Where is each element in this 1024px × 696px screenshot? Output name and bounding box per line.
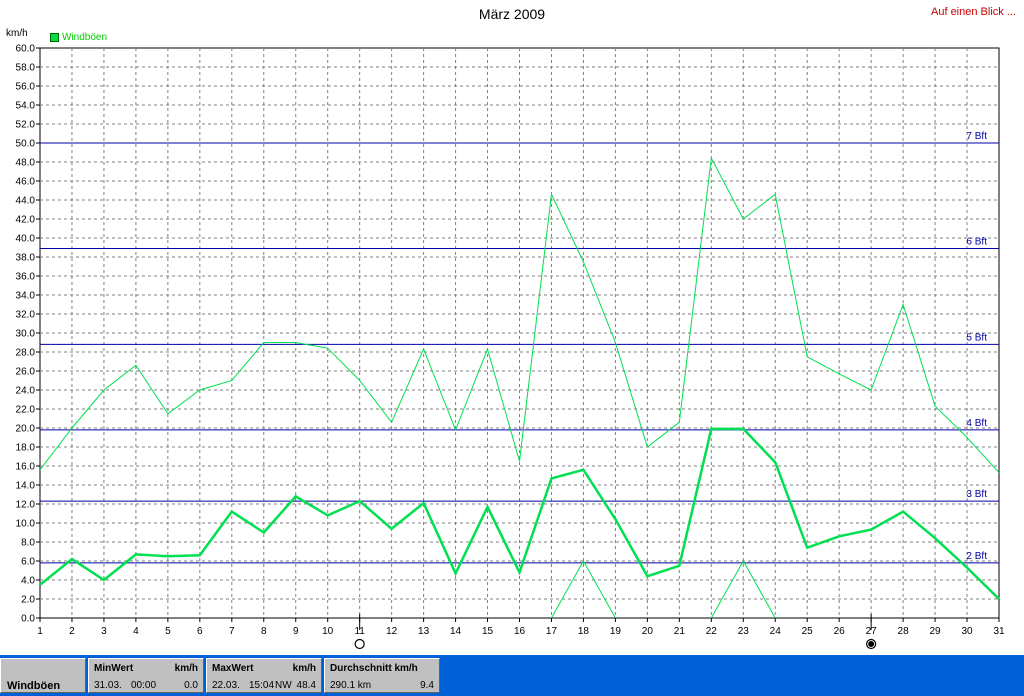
legend: Windböen: [50, 32, 107, 43]
stats-footer: Windböen MinWert km/h 31.03. 00:00 0.0 M…: [0, 655, 1024, 696]
avg-value: 9.4: [420, 680, 434, 691]
y-tick-label: 8.0: [21, 538, 35, 549]
y-tick-label: 12.0: [16, 500, 36, 511]
overview-link[interactable]: Auf einen Blick ...: [931, 6, 1016, 18]
footer-series-label: Windböen: [7, 680, 61, 692]
x-tick-label: 22: [706, 626, 718, 637]
x-tick-label: 17: [546, 626, 558, 637]
x-tick-label: 23: [738, 626, 750, 637]
min-head-unit: km/h: [174, 663, 198, 674]
x-tick-label: 14: [450, 626, 462, 637]
avg-head-label: Durchschnitt km/h: [330, 663, 418, 674]
y-tick-label: 32.0: [16, 310, 36, 321]
x-tick-label: 10: [322, 626, 334, 637]
x-tick-label: 21: [674, 626, 686, 637]
new-moon-fill: [868, 641, 875, 647]
y-tick-label: 6.0: [21, 557, 35, 568]
y-tick-label: 58.0: [16, 63, 36, 74]
max-head-unit: km/h: [292, 663, 316, 674]
min-value-box: MinWert km/h 31.03. 00:00 0.0: [88, 658, 204, 693]
x-tick-label: 2: [69, 626, 75, 637]
beaufort-label: 3 Bft: [966, 489, 987, 500]
y-tick-label: 26.0: [16, 367, 36, 378]
beaufort-label: 4 Bft: [966, 418, 987, 429]
wind-chart: 0.0 2.0 4.0 6.0 8.0 10.0 12.0 14.0 16.0 18.0 20.0 2…: [16, 44, 1005, 650]
min-head-label: MinWert: [94, 663, 134, 674]
y-tick-label: 28.0: [16, 348, 36, 359]
x-tick-label: 26: [834, 626, 846, 637]
x-tick-label: 1: [37, 626, 43, 637]
y-tick-label: 4.0: [21, 576, 35, 587]
legend-label: Windböen: [62, 32, 108, 43]
avg-distance: 290.1 km: [330, 680, 372, 691]
x-tick-label: 7: [229, 626, 235, 637]
x-tick-label: 18: [578, 626, 590, 637]
max-value-box: MaxWert km/h 22.03. 15:04 NW 48.4: [206, 658, 322, 693]
y-tick-label: 52.0: [16, 120, 36, 131]
legend-swatch: [50, 33, 59, 42]
y-tick-label: 46.0: [16, 177, 36, 188]
x-tick-label: 19: [610, 626, 622, 637]
x-tick-label: 15: [482, 626, 494, 637]
x-tick-label: 31: [993, 626, 1005, 637]
y-tick-label: 16.0: [16, 462, 36, 473]
beaufort-label: 7 Bft: [966, 131, 987, 142]
y-axis-unit: km/h: [6, 28, 28, 39]
average-box: Durchschnitt km/h 290.1 km 9.4: [324, 658, 440, 693]
min-time: 00:00: [131, 680, 157, 691]
x-tick-label: 3: [101, 626, 107, 637]
x-tick-label: 9: [293, 626, 299, 637]
x-tick-label: 25: [802, 626, 814, 637]
x-tick-label: 12: [386, 626, 398, 637]
y-tick-label: 54.0: [16, 101, 36, 112]
y-tick-label: 18.0: [16, 443, 36, 454]
x-tick-label: 20: [642, 626, 654, 637]
x-tick-label: 29: [930, 626, 942, 637]
x-tick-label: 5: [165, 626, 171, 637]
y-tick-label: 48.0: [16, 158, 36, 169]
y-tick-label: 24.0: [16, 386, 36, 397]
y-tick-label: 14.0: [16, 481, 36, 492]
beaufort-label: 5 Bft: [966, 332, 987, 343]
max-time: 15:04: [249, 680, 275, 691]
x-tick-label: 30: [961, 626, 973, 637]
max-head-label: MaxWert: [212, 663, 254, 674]
chart-title: März 2009: [478, 6, 546, 22]
x-tick-label: 16: [514, 626, 526, 637]
beaufort-label: 6 Bft: [966, 236, 987, 247]
footer-empty-area: [441, 658, 1024, 693]
x-tick-label: 24: [770, 626, 782, 637]
x-tick-label: 6: [197, 626, 203, 637]
full-moon-icon: [354, 638, 365, 650]
x-tick-label: 8: [261, 626, 267, 637]
y-tick-label: 20.0: [16, 424, 36, 435]
max-value: 48.4: [296, 680, 316, 691]
x-tick-label: 28: [898, 626, 910, 637]
y-tick-label: 0.0: [21, 614, 35, 625]
y-tick-label: 30.0: [16, 329, 36, 340]
y-tick-label: 34.0: [16, 291, 36, 302]
y-tick-label: 36.0: [16, 272, 36, 283]
y-tick-label: 10.0: [16, 519, 36, 530]
y-tick-label: 2.0: [21, 595, 35, 606]
y-tick-label: 40.0: [16, 234, 36, 245]
y-tick-label: 22.0: [16, 405, 36, 416]
y-tick-label: 38.0: [16, 253, 36, 264]
max-date: 22.03.: [212, 680, 240, 691]
beaufort-label: 2 Bft: [966, 551, 987, 562]
y-tick-label: 50.0: [16, 139, 36, 150]
y-tick-label: 60.0: [16, 44, 36, 55]
max-direction: NW: [275, 680, 292, 691]
y-tick-label: 44.0: [16, 196, 36, 207]
x-tick-label: 13: [418, 626, 430, 637]
y-tick-label: 56.0: [16, 82, 36, 93]
min-value: 0.0: [184, 680, 198, 691]
x-tick-label: 4: [133, 626, 139, 637]
min-date: 31.03.: [94, 680, 122, 691]
footer-series-name: Windböen: [0, 658, 86, 693]
y-tick-label: 42.0: [16, 215, 36, 226]
